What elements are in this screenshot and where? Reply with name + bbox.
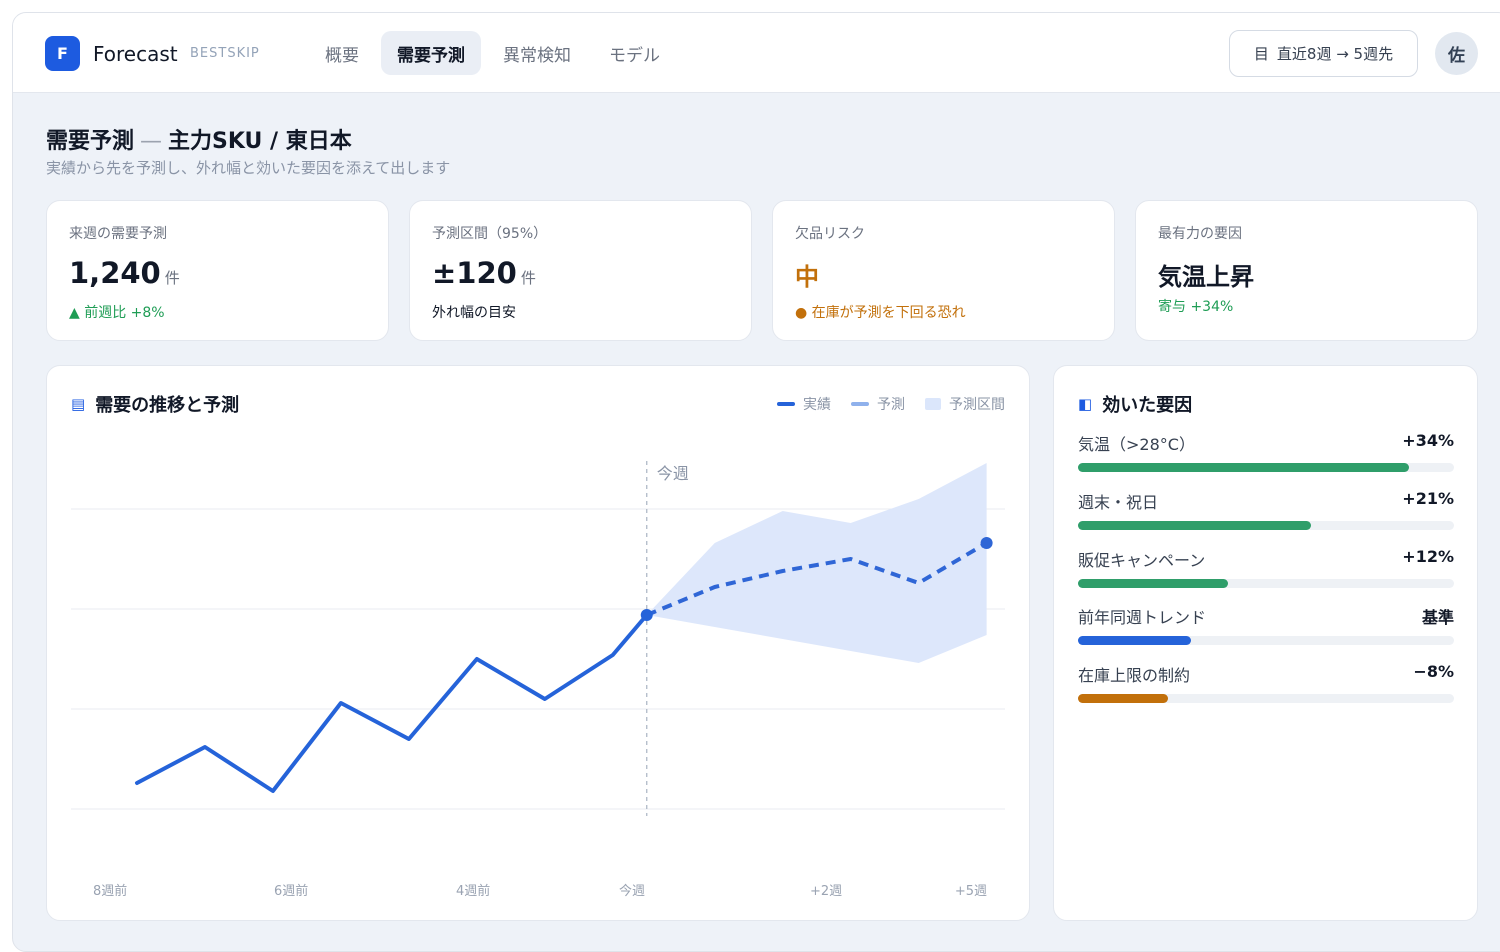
- tab-anomaly-detection[interactable]: 異常検知: [487, 31, 587, 75]
- kpi-value: 1,240 件: [69, 256, 180, 290]
- factor-item: 在庫上限の制約 −8%: [1078, 662, 1454, 703]
- user-avatar[interactable]: 佐: [1435, 32, 1478, 75]
- kpi-note: 外れ幅の目安: [432, 305, 516, 321]
- factor-value: −8%: [1413, 662, 1454, 681]
- factor-panel-title-text: 効いた要因: [1102, 395, 1193, 416]
- factor-label: 販促キャンペーン: [1078, 551, 1206, 570]
- factor-row: 週末・祝日 +21%: [1078, 489, 1454, 513]
- factor-value: +34%: [1402, 431, 1454, 450]
- kpi-value: 気温上昇: [1158, 263, 1254, 291]
- kpi-value: 中: [795, 263, 819, 291]
- page-title: 需要予測 — 主力SKU / 東日本: [46, 123, 352, 155]
- kpi-note: ● 在庫が予測を下回る恐れ: [795, 305, 966, 321]
- page-title-scope: 主力SKU / 東日本: [168, 129, 352, 154]
- kpi-card-interval: 予測区間（95%） ±120 件 外れ幅の目安: [409, 200, 752, 341]
- kpi-label: 欠品リスク: [795, 226, 865, 242]
- kpi-card-next-week: 来週の需要予測 1,240 件 ▲ 前週比 +8%: [46, 200, 389, 341]
- date-range-button[interactable]: 目 直近8週 → 5週先: [1229, 30, 1418, 77]
- x-tick-label: +5週: [955, 884, 987, 899]
- factor-panel: ◧ 効いた要因 気温（>28°C） +34% 週末・祝日 +21% 販促キャンペーン +1…: [1053, 365, 1478, 921]
- factor-value: +12%: [1402, 547, 1454, 566]
- kpi-change: ▲ 前週比 +8%: [69, 305, 165, 321]
- factor-row: 在庫上限の制約 −8%: [1078, 662, 1454, 686]
- x-tick-label: 6週前: [274, 883, 308, 899]
- factor-bar-track: [1078, 521, 1454, 530]
- main-nav: 概要 需要予測 異常検知 モデル: [309, 31, 682, 75]
- trend-panel: ▤ 需要の推移と予測 実績 予測 予測区間 今週 8週前 6週前 4週前 今週 +2週 +5…: [46, 365, 1030, 921]
- page-subtitle: 実績から先を予測し、外れ幅と効いた要因を添えて出します: [46, 159, 451, 177]
- factor-row: 販促キャンペーン +12%: [1078, 547, 1454, 571]
- page-title-main: 需要予測: [46, 129, 135, 154]
- kpi-value-number: ±120: [432, 256, 517, 290]
- factor-item: 前年同週トレンド 基準: [1078, 604, 1454, 645]
- app-subtitle: BESTSKIP: [190, 46, 260, 61]
- factor-item: 気温（>28°C） +34%: [1078, 431, 1454, 472]
- kpi-label: 来週の需要予測: [69, 226, 167, 242]
- factor-bar-fill: [1078, 694, 1169, 703]
- factor-item: 販促キャンペーン +12%: [1078, 547, 1454, 588]
- factor-panel-icon: ◧: [1078, 395, 1093, 413]
- factor-value: 基準: [1421, 608, 1454, 627]
- factor-item: 週末・祝日 +21%: [1078, 489, 1454, 530]
- x-tick-label: 今週: [619, 883, 645, 899]
- tab-overview[interactable]: 概要: [309, 31, 375, 75]
- actual-series-line: [134, 613, 649, 793]
- tab-demand-forecast[interactable]: 需要予測: [381, 31, 481, 75]
- kpi-unit: 件: [164, 269, 180, 287]
- app-frame: F Forecast BESTSKIP 概要 需要予測 異常検知 モデル 目 直…: [12, 12, 1500, 952]
- app-logo[interactable]: F: [45, 36, 80, 71]
- factor-row: 前年同週トレンド 基準: [1078, 604, 1454, 628]
- kpi-note: 寄与 +34%: [1158, 299, 1234, 315]
- x-tick-label: 8週前: [93, 883, 127, 899]
- factor-panel-title: ◧ 効いた要因: [1078, 391, 1192, 417]
- factor-bar-fill: [1078, 636, 1191, 645]
- kpi-label: 最有力の要因: [1158, 226, 1242, 242]
- current-week-marker-label: 今週: [657, 464, 689, 483]
- factor-bar-fill: [1078, 579, 1229, 588]
- factor-bar-track: [1078, 579, 1454, 588]
- factor-row: 気温（>28°C） +34%: [1078, 431, 1454, 455]
- date-range-label: 直近8週 → 5週先: [1276, 45, 1394, 63]
- factor-bar-track: [1078, 694, 1454, 703]
- page-title-dash: —: [140, 129, 163, 154]
- forecast-end-point: [980, 537, 993, 549]
- calendar-icon: 目: [1253, 45, 1269, 63]
- current-point: [640, 609, 653, 621]
- kpi-value: ±120 件: [432, 256, 536, 290]
- factor-label: 在庫上限の制約: [1078, 666, 1191, 685]
- factor-label: 気温（>28°C）: [1078, 435, 1195, 454]
- kpi-card-stockout-risk: 欠品リスク 中 ● 在庫が予測を下回る恐れ: [772, 200, 1115, 341]
- factor-label: 前年同週トレンド: [1078, 608, 1207, 627]
- x-tick-label: +2週: [810, 884, 842, 899]
- factor-bar-fill: [1078, 463, 1409, 472]
- factor-value: +21%: [1402, 489, 1454, 508]
- kpi-value-number: 1,240: [69, 256, 161, 290]
- kpi-card-top-factor: 最有力の要因 気温上昇 寄与 +34%: [1135, 200, 1478, 341]
- kpi-label: 予測区間（95%）: [432, 226, 548, 242]
- app-name: Forecast: [93, 42, 178, 66]
- trend-chart: 今週 8週前 6週前 4週前 今週 +2週 +5週: [71, 461, 1005, 899]
- kpi-unit: 件: [520, 269, 536, 287]
- top-bar: F Forecast BESTSKIP 概要 需要予測 異常検知 モデル 目 直…: [13, 13, 1500, 93]
- factor-label: 週末・祝日: [1078, 493, 1159, 512]
- factor-bar-fill: [1078, 521, 1312, 530]
- factor-bar-track: [1078, 463, 1454, 472]
- tab-model[interactable]: モデル: [593, 31, 676, 75]
- factor-bar-track: [1078, 636, 1454, 645]
- x-tick-label: 4週前: [456, 883, 490, 899]
